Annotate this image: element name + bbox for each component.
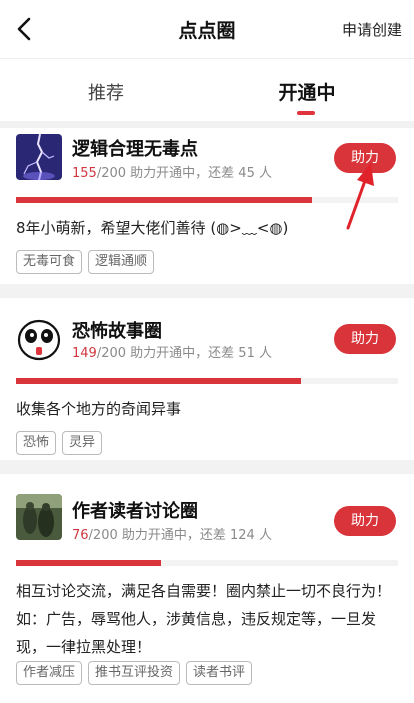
circle-description: 收集各个地方的奇闻异事: [16, 400, 182, 418]
circle-avatar: [16, 316, 62, 362]
remaining-count: 124: [230, 528, 255, 543]
current-count: 149: [72, 346, 97, 361]
progress-bar: [16, 197, 398, 203]
progress-fill: [16, 560, 162, 566]
progress-label: /200 助力开通中，还差: [96, 166, 235, 181]
tab-recommend[interactable]: 推荐: [0, 79, 212, 105]
top-bar: 点点圈 申请创建: [0, 0, 414, 58]
progress-text: 149/200 助力开通中，还差 51 人: [72, 342, 272, 361]
people-unit: 人: [258, 528, 272, 543]
tag[interactable]: 灵异: [62, 431, 103, 455]
help-button[interactable]: 助力: [334, 324, 396, 354]
progress-fill: [16, 197, 313, 203]
remaining-count: 45: [238, 166, 255, 181]
progress-text: 76/200 助力开通中，还差 124 人: [72, 524, 272, 543]
progress-bar: [16, 378, 398, 384]
current-count: 155: [72, 166, 97, 181]
tag[interactable]: 无毒可食: [16, 250, 83, 274]
circle-description: 相互讨论交流，满足各自需要！圈内禁止一切不良行为！如：广告，辱骂他人，涉黄信息，…: [16, 582, 392, 656]
circle-card[interactable]: 作者读者讨论圈 76/200 助力开通中，还差 124 人 助力 相互讨论交流，…: [0, 474, 414, 703]
circle-name: 逻辑合理无毒点: [72, 139, 198, 160]
tag-list: 恐怖 灵异: [16, 431, 108, 455]
circle-description: 8年小萌新，希望大佬们善待 (◍>﹏<◍): [16, 219, 289, 237]
circle-avatar: [16, 494, 62, 540]
current-count: 76: [72, 528, 89, 543]
circle-name: 作者读者讨论圈: [72, 501, 198, 522]
tag[interactable]: 恐怖: [16, 431, 57, 455]
tag[interactable]: 推书互评投资: [88, 661, 181, 685]
circle-avatar: [16, 134, 62, 180]
tab-bar: 推荐 开通中: [0, 58, 414, 121]
tab-opening[interactable]: 开通中: [212, 78, 402, 105]
tag[interactable]: 作者减压: [16, 661, 83, 685]
tag-list: 无毒可食 逻辑通顺: [16, 250, 160, 274]
help-button[interactable]: 助力: [334, 506, 396, 536]
tag[interactable]: 读者书评: [186, 661, 253, 685]
progress-bar: [16, 560, 398, 566]
circle-card[interactable]: 逻辑合理无毒点 155/200 助力开通中，还差 45 人 助力 8年小萌新，希…: [0, 128, 414, 284]
progress-fill: [16, 378, 301, 384]
tag-list: 作者减压 推书互评投资 读者书评: [16, 661, 258, 685]
apply-create-button[interactable]: 申请创建: [342, 19, 402, 40]
progress-label: /200 助力开通中，还差: [88, 528, 226, 543]
remaining-count: 51: [238, 346, 255, 361]
help-button[interactable]: 助力: [334, 143, 396, 173]
tag[interactable]: 逻辑通顺: [88, 250, 155, 274]
active-tab-indicator: [297, 111, 315, 115]
people-unit: 人: [258, 346, 272, 361]
circle-name: 恐怖故事圈: [72, 321, 162, 342]
people-unit: 人: [258, 166, 272, 181]
progress-label: /200 助力开通中，还差: [96, 346, 235, 361]
circle-card[interactable]: 恐怖故事圈 149/200 助力开通中，还差 51 人 助力 收集各个地方的奇闻…: [0, 298, 414, 460]
progress-text: 155/200 助力开通中，还差 45 人: [72, 162, 272, 181]
